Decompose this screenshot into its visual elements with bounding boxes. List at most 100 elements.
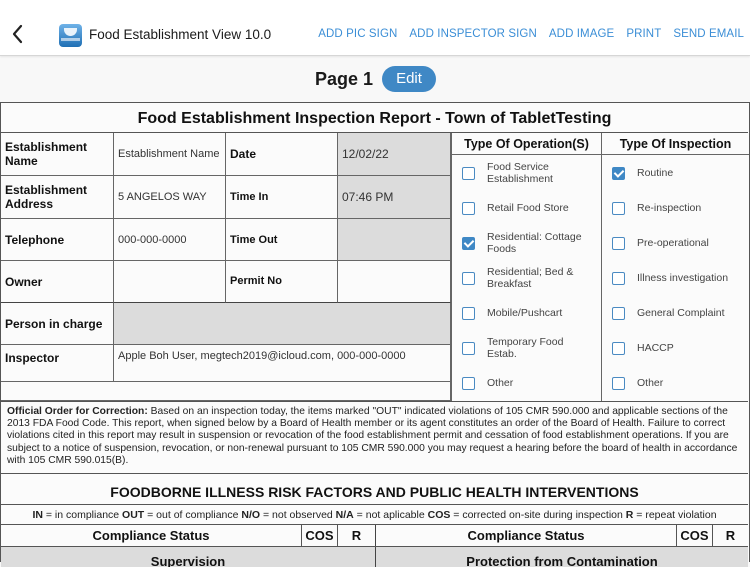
operation-type-option[interactable]: Food Service Establishment	[452, 158, 587, 188]
time-in-label: Time In	[230, 191, 269, 203]
operation-type-option-label: Residential: Cottage Foods	[487, 231, 582, 255]
inspection-type-option[interactable]: Illness investigation	[602, 263, 728, 293]
operation-type-option-label: Temporary Food Estab.	[487, 336, 564, 360]
checkbox-checked[interactable]	[462, 236, 475, 250]
legend-text: = not aplicable	[353, 509, 428, 521]
cos-header: COS	[302, 525, 338, 546]
checkbox-checked[interactable]	[612, 166, 625, 180]
inspection-type-option[interactable]: Pre-operational	[602, 228, 709, 258]
permit-field[interactable]	[338, 261, 451, 303]
section-supervision: Supervision	[1, 547, 376, 567]
app-logo-icon	[59, 24, 82, 47]
checkbox-unchecked[interactable]	[462, 271, 475, 285]
inspection-type-option-label: Pre-operational	[637, 237, 709, 249]
permit-label: Permit No	[230, 275, 282, 287]
checkbox-unchecked[interactable]	[462, 376, 475, 390]
inspection-report: Food Establishment Inspection Report - T…	[0, 102, 750, 567]
operation-type-option-label: Mobile/Pushcart	[487, 307, 563, 319]
page-label: Page 1	[315, 69, 374, 89]
owner-label-cell: Owner	[1, 261, 114, 303]
person-in-charge-label: Person in charge	[5, 316, 103, 331]
operation-type-option-label: Other	[487, 377, 514, 389]
inspector-label-cell: Inspector	[1, 345, 114, 382]
checkbox-unchecked[interactable]	[462, 306, 475, 320]
r-header: R	[725, 528, 736, 543]
cos-header: COS	[677, 525, 713, 546]
inspection-type-option-label: Illness investigation	[637, 272, 729, 284]
operation-type-option[interactable]: Residential; Bed & Breakfast	[452, 263, 587, 293]
chevron-left-icon	[12, 24, 23, 44]
legend-text: = not observed	[260, 509, 336, 521]
establishment-name-field[interactable]: Establishment Name	[114, 133, 226, 176]
owner-field[interactable]	[114, 261, 226, 303]
inspection-type-option-label: HACCP	[637, 342, 674, 354]
operation-type-option[interactable]: Retail Food Store	[452, 193, 569, 223]
compliance-status-header: Compliance Status	[1, 525, 302, 546]
legend-text: = repeat violation	[633, 509, 717, 521]
telephone-label: Telephone	[5, 232, 65, 247]
address-field[interactable]: 5 ANGELOS WAY	[114, 176, 226, 219]
operation-type-option[interactable]: Other	[452, 368, 513, 398]
telephone-field[interactable]: 000-000-0000	[114, 219, 226, 261]
report-title: Food Establishment Inspection Report - T…	[1, 103, 748, 133]
empty-row	[1, 382, 451, 401]
edit-button[interactable]: Edit	[382, 66, 436, 92]
address-label: Establishment Address	[5, 183, 88, 211]
compliance-header-left: Compliance Status COS R	[1, 525, 376, 547]
time-out-field[interactable]	[338, 219, 451, 261]
add-inspector-sign-button[interactable]: ADD INSPECTOR SIGN	[409, 28, 536, 40]
legend-code: OUT	[122, 509, 145, 521]
operation-types-header: Type Of Operation(S)	[452, 133, 601, 155]
compliance-header-right: Compliance Status COS R	[376, 525, 748, 547]
legend-code: N/O	[241, 509, 261, 521]
date-label: Date	[230, 147, 257, 161]
type-selection-panel: Type Of Operation(S) Food Service Establ…	[451, 133, 749, 402]
operation-type-option-label: Retail Food Store	[487, 202, 569, 214]
order-title: Official Order for Correction:	[7, 406, 148, 417]
inspection-type-option[interactable]: General Complaint	[602, 298, 725, 328]
legend-text: = out of compliance	[144, 509, 242, 521]
checkbox-unchecked[interactable]	[612, 271, 625, 285]
print-button[interactable]: PRINT	[626, 28, 661, 40]
time-out-label: Time Out	[230, 233, 278, 246]
add-image-button[interactable]: ADD IMAGE	[549, 28, 614, 40]
section-protection-from-contamination: Protection from Contamination	[376, 547, 748, 567]
inspection-type-option-label: Other	[637, 377, 664, 389]
checkbox-unchecked[interactable]	[612, 306, 625, 320]
establishment-name-label: Establishment Name	[5, 140, 88, 168]
back-button[interactable]	[8, 22, 28, 46]
person-in-charge-field[interactable]	[114, 303, 451, 345]
checkbox-unchecked[interactable]	[612, 341, 625, 355]
telephone-label-cell: Telephone	[1, 219, 114, 261]
inspection-type-option[interactable]: Re-inspection	[602, 193, 701, 223]
send-email-button[interactable]: SEND EMAIL	[673, 28, 744, 40]
establishment-name-label-cell: Establishment Name	[1, 133, 114, 176]
time-in-field[interactable]: 07:46 PM	[338, 176, 451, 219]
inspector-field[interactable]: Apple Boh User, megtech2019@icloud.com, …	[114, 345, 451, 382]
compliance-legend: IN = in compliance OUT = out of complian…	[1, 505, 748, 525]
address-label-cell: Establishment Address	[1, 176, 114, 219]
operation-type-option[interactable]: Residential: Cottage Foods	[452, 228, 587, 258]
date-value: 12/02/22	[342, 147, 389, 161]
checkbox-unchecked[interactable]	[462, 341, 475, 355]
r-header: R	[338, 525, 376, 546]
operation-type-option[interactable]: Temporary Food Estab.	[452, 333, 587, 363]
checkbox-unchecked[interactable]	[612, 236, 625, 250]
checkbox-unchecked[interactable]	[462, 166, 475, 180]
date-field[interactable]: 12/02/22	[338, 133, 451, 176]
time-in-label-cell: Time In	[226, 176, 338, 219]
inspection-type-option[interactable]: Other	[602, 368, 663, 398]
page-bar: Page 1 Edit	[0, 66, 750, 94]
operation-type-option[interactable]: Mobile/Pushcart	[452, 298, 562, 328]
inspection-type-option[interactable]: Routine	[602, 158, 673, 188]
checkbox-unchecked[interactable]	[612, 201, 625, 215]
app-title: Food Establishment View 10.0	[89, 27, 272, 42]
date-label-cell: Date	[226, 133, 338, 176]
inspection-type-option[interactable]: HACCP	[602, 333, 674, 363]
operation-type-option-label: Food Service Establishment	[487, 161, 553, 185]
checkbox-unchecked[interactable]	[462, 201, 475, 215]
checkbox-unchecked[interactable]	[612, 376, 625, 390]
time-out-label-cell: Time Out	[226, 219, 338, 261]
add-pic-sign-button[interactable]: ADD PIC SIGN	[318, 28, 397, 40]
legend-code: COS	[427, 509, 451, 521]
